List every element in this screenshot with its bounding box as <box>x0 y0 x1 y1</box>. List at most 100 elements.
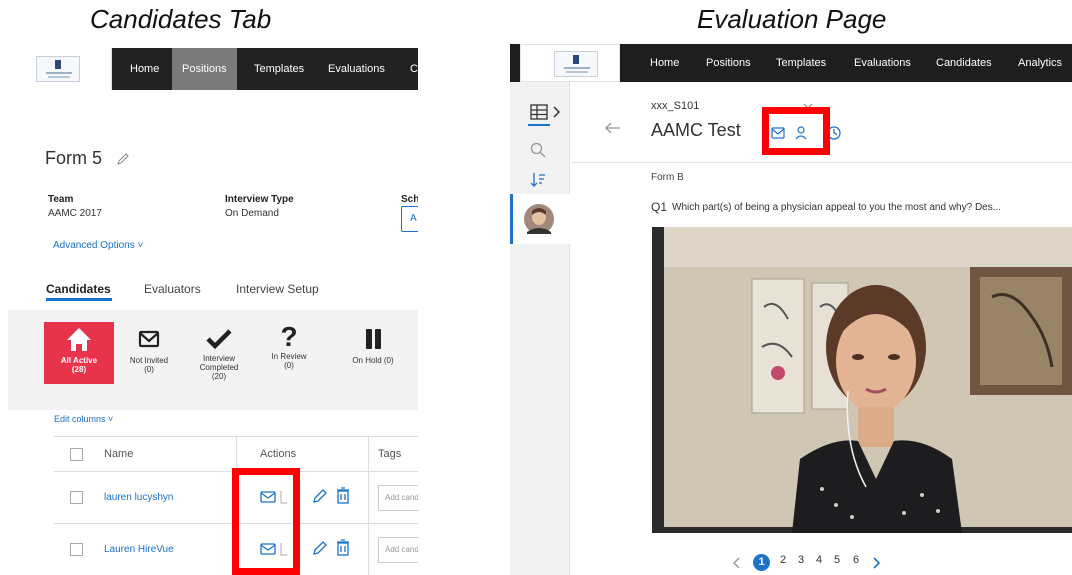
form-label: Form B <box>651 172 684 183</box>
add-tag-input[interactable]: Add candi <box>378 485 418 511</box>
logo-area[interactable] <box>8 48 112 90</box>
page-4-button[interactable]: 4 <box>816 554 822 566</box>
row-checkbox[interactable] <box>70 491 83 504</box>
aamc-logo <box>554 51 598 77</box>
nav-candidates[interactable]: Candidates <box>936 44 992 82</box>
highlight-box-actions <box>232 468 300 575</box>
selection-indicator <box>510 194 513 244</box>
page-6-button[interactable]: 6 <box>853 554 859 566</box>
candidate-video-frame <box>652 227 1072 533</box>
active-tab-indicator <box>46 298 112 301</box>
aamc-logo <box>36 56 80 82</box>
nav-home[interactable]: Home <box>120 48 169 90</box>
status-label: On Hold (0) <box>352 356 394 365</box>
logo-area[interactable] <box>520 44 620 82</box>
screenshot-root: Candidates Tab Evaluation Page Home Posi… <box>0 0 1072 575</box>
nav-templates[interactable]: Templates <box>244 48 314 90</box>
nav-templates[interactable]: Templates <box>776 44 826 82</box>
header-divider <box>571 162 1072 163</box>
candidate-name-link[interactable]: Lauren HireVue <box>104 544 174 555</box>
status-not-invited[interactable]: Not Invited (0) <box>114 322 184 384</box>
highlight-box-header-icons <box>762 107 830 155</box>
page-3-button[interactable]: 3 <box>798 554 804 566</box>
nav-positions[interactable]: Positions <box>172 48 237 90</box>
nav-analytics[interactable]: Analytics <box>1018 44 1062 82</box>
edit-columns-label: Edit columns <box>54 414 106 424</box>
edit-pencil-icon[interactable] <box>312 488 328 504</box>
nav-positions[interactable]: Positions <box>706 44 751 82</box>
video-player[interactable] <box>652 227 1072 533</box>
top-nav-bar: Home Positions Templates Evaluations Can… <box>510 44 1072 82</box>
candidate-name: AAMC Test <box>651 120 741 140</box>
candidate-name-link[interactable]: lauren lucyshyn <box>104 492 173 503</box>
interview-type-value: On Demand <box>225 208 279 219</box>
column-divider <box>368 437 369 473</box>
top-nav-bar: Home Positions Templates Evaluations C <box>8 48 418 90</box>
advanced-options-link[interactable]: Advanced Options ˅ <box>53 240 143 251</box>
status-in-review[interactable]: ? In Review (0) <box>254 322 324 384</box>
sort-icon[interactable] <box>530 172 546 188</box>
status-count: (0) <box>284 361 294 370</box>
candidates-tab-panel: Home Positions Templates Evaluations C F… <box>8 48 418 575</box>
schedule-input[interactable]: A <box>401 206 418 232</box>
back-arrow-icon[interactable] <box>605 122 621 134</box>
page-2-button[interactable]: 2 <box>780 554 786 566</box>
edit-pencil-icon[interactable] <box>312 540 328 556</box>
avatar <box>524 204 554 234</box>
status-all-active[interactable]: All Active (28) <box>44 322 114 384</box>
column-header-name[interactable]: Name <box>104 448 133 460</box>
question-text: Which part(s) of being a physician appea… <box>672 202 1002 213</box>
nav-home[interactable]: Home <box>650 44 679 82</box>
chevron-right-icon[interactable] <box>552 106 560 118</box>
evaluation-sidebar <box>510 82 570 575</box>
team-label: Team <box>48 194 74 205</box>
grid-view-icon[interactable] <box>530 104 548 120</box>
status-count: (0) <box>144 365 154 374</box>
page-5-button[interactable]: 5 <box>834 554 840 566</box>
form-title: Form 5 <box>45 148 103 168</box>
candidate-id: xxx_S101 <box>651 100 700 112</box>
checkmark-icon <box>206 329 232 350</box>
status-count: (28) <box>71 365 87 374</box>
right-caption: Evaluation Page <box>697 4 887 34</box>
team-value: AAMC 2017 <box>48 208 102 219</box>
interview-type-label: Interview Type <box>225 194 294 205</box>
select-all-checkbox[interactable] <box>70 448 83 461</box>
column-header-actions: Actions <box>260 448 297 460</box>
add-tag-input[interactable]: Add candi <box>378 537 418 563</box>
question-icon: ? <box>280 321 298 352</box>
pause-icon <box>366 329 381 349</box>
chevron-left-icon[interactable] <box>733 557 741 569</box>
row-checkbox[interactable] <box>70 543 83 556</box>
status-interview-completed[interactable]: Interview Completed (20) <box>184 322 254 384</box>
status-on-hold[interactable]: On Hold (0) <box>338 322 408 384</box>
status-count: (20) <box>211 372 227 381</box>
trash-icon[interactable] <box>336 539 350 557</box>
question-number: Q1 <box>651 200 668 214</box>
status-filter-bar: All Active (28) Not Invited (0) Intervie… <box>8 310 418 410</box>
tab-interview-setup[interactable]: Interview Setup <box>236 282 319 296</box>
tab-evaluators[interactable]: Evaluators <box>144 282 201 296</box>
column-divider <box>368 472 369 575</box>
home-icon <box>67 328 91 351</box>
search-icon[interactable] <box>530 142 546 158</box>
edit-columns-link[interactable]: Edit columns ˅ <box>54 414 113 424</box>
active-view-indicator <box>528 124 550 126</box>
nav-evaluations[interactable]: Evaluations <box>318 48 395 90</box>
chevron-right-icon[interactable] <box>872 557 880 569</box>
status-label: In Review <box>271 352 307 361</box>
advanced-options-label: Advanced Options <box>53 240 135 251</box>
candidate-list-item[interactable] <box>510 194 570 244</box>
page-number: 1 <box>758 556 765 568</box>
trash-icon[interactable] <box>336 487 350 505</box>
tab-candidates[interactable]: Candidates <box>46 282 111 296</box>
page-1-button[interactable]: 1 <box>753 554 770 571</box>
chevron-down-icon: ˅ <box>108 414 114 424</box>
table-header: Name Actions Tags <box>54 436 418 473</box>
schedule-label: Sch <box>401 194 418 205</box>
nav-evaluations[interactable]: Evaluations <box>854 44 911 82</box>
left-caption: Candidates Tab <box>90 4 272 34</box>
edit-pencil-icon[interactable] <box>116 152 130 166</box>
chevron-down-icon: ˅ <box>137 240 144 251</box>
nav-candidates[interactable]: C <box>400 48 418 90</box>
